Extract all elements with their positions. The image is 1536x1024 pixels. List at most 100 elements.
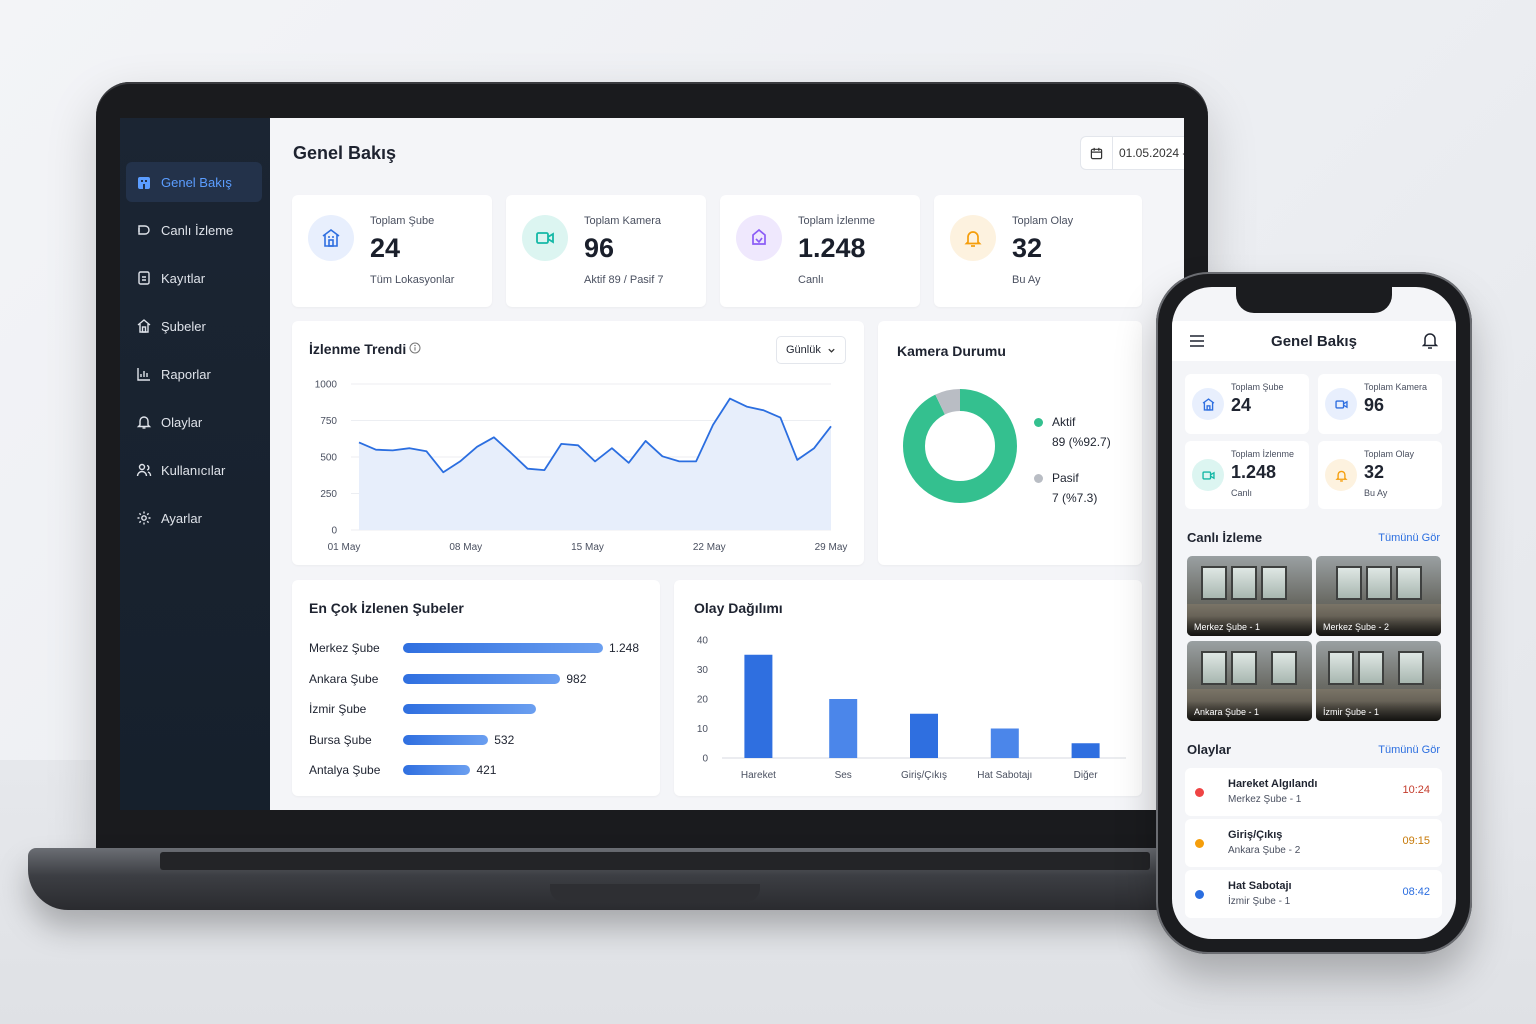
- sidebar-item-canli-izleme[interactable]: Canlı İzleme: [126, 210, 262, 250]
- branch-name: Merkez Şube: [309, 641, 380, 655]
- kpi-value: 32: [1364, 462, 1385, 482]
- sidebar-item-subeler[interactable]: Şubeler: [126, 306, 262, 346]
- camera-thumbnail[interactable]: Merkez Şube - 1: [1187, 556, 1312, 636]
- camera-status-card: Kamera Durumu Aktif 89 (%92.7) Pasif 7 (…: [878, 321, 1142, 565]
- sidebar-item-genel-bakis[interactable]: Genel Bakış: [126, 162, 262, 202]
- legend-swatch: [1034, 417, 1043, 427]
- kpi-value: 24: [370, 233, 401, 263]
- event-source: Ankara Şube - 2: [1228, 845, 1301, 856]
- branch-bar: [403, 734, 489, 745]
- sidebar-item-kullanicilar[interactable]: Kullanıcılar: [126, 450, 262, 490]
- camera-scene-window: [1231, 651, 1257, 685]
- kpi-card-toplam-izlenme: Toplam İzlenme 1.248 Canlı: [720, 195, 920, 307]
- x-tick-label: Diğer: [1074, 770, 1099, 781]
- sidebar: Genel Bakış Canlı İzleme Kayıtlar Şubele…: [120, 118, 270, 810]
- event-item[interactable]: Hat Sabotajı İzmir Şube - 1 08:42: [1185, 870, 1442, 918]
- event-bar: [829, 699, 858, 758]
- live-see-all-link[interactable]: Tümünü Gör: [1378, 532, 1440, 544]
- event-title: Hat Sabotajı: [1228, 880, 1292, 892]
- event-item[interactable]: Hareket Algılandı Merkez Şube - 1 10:24: [1185, 768, 1442, 816]
- camera-caption: İzmir Şube - 1: [1316, 701, 1441, 721]
- camera-thumbnail[interactable]: İzmir Şube - 1: [1316, 641, 1441, 721]
- users-icon: [136, 463, 152, 477]
- kpi-subtext: Bu Ay: [1364, 488, 1388, 498]
- camera-thumbnail[interactable]: Merkez Şube - 2: [1316, 556, 1441, 636]
- chevron-down-icon: [828, 348, 835, 353]
- event-time: 08:42: [1402, 886, 1430, 898]
- kpi-subtext: Bu Ay: [1012, 274, 1041, 286]
- camera-scene-window: [1328, 651, 1354, 685]
- x-tick-label: Ses: [835, 770, 852, 781]
- kpi-card-toplam-olay: Toplam Olay 32 Bu Ay: [934, 195, 1142, 307]
- kpi-label: Toplam Şube: [370, 215, 435, 227]
- kpi-label: Toplam İzlenme: [1231, 449, 1295, 459]
- branch-name: İzmir Şube: [309, 702, 367, 716]
- laptop-hinge-notch: [550, 884, 760, 902]
- camera-icon: [522, 215, 568, 261]
- laptop-keyboard: [160, 852, 1150, 870]
- sidebar-item-label: Ayarlar: [161, 510, 202, 526]
- event-status-dot: [1195, 788, 1204, 797]
- period-select[interactable]: Günlük: [776, 336, 846, 364]
- camera-caption: Merkez Şube - 1: [1187, 616, 1312, 636]
- branch-bar-row: Merkez Şube 1.248: [309, 641, 639, 655]
- sidebar-item-ayarlar[interactable]: Ayarlar: [126, 498, 262, 538]
- camera-scene-window: [1358, 651, 1384, 685]
- bell-icon: [136, 416, 152, 429]
- sidebar-item-kayitlar[interactable]: Kayıtlar: [126, 258, 262, 298]
- event-item[interactable]: Giriş/Çıkış Ankara Şube - 2 09:15: [1185, 819, 1442, 867]
- top-branches-card: En Çok İzlenen Şubeler Merkez Şube 1.248 A…: [292, 580, 660, 796]
- info-icon[interactable]: [409, 342, 421, 354]
- branch-bar: [403, 673, 561, 684]
- event-source: Merkez Şube - 1: [1228, 794, 1302, 805]
- sidebar-item-label: Canlı İzleme: [161, 222, 234, 238]
- event-status-dot: [1195, 890, 1204, 899]
- bell-icon[interactable]: [1422, 332, 1438, 349]
- camera-thumbnail[interactable]: Ankara Şube - 1: [1187, 641, 1312, 721]
- mobile-kpi-toplam-olay: Toplam Olay 32 Bu Ay: [1318, 441, 1442, 509]
- sidebar-item-olaylar[interactable]: Olaylar: [126, 402, 262, 442]
- live-section-title: Canlı İzleme: [1187, 530, 1263, 545]
- branch-bar-row: Ankara Şube 982: [309, 672, 586, 686]
- event-status-dot: [1195, 839, 1204, 848]
- camera-scene-window: [1366, 566, 1392, 600]
- events-see-all-link[interactable]: Tümünü Gör: [1378, 744, 1440, 756]
- file-icon: [138, 271, 150, 285]
- kpi-value: 1.248: [798, 233, 866, 263]
- legend-aktif: Aktif 89 (%92.7): [1034, 415, 1111, 449]
- branch-bar-row: Antalya Şube 421: [309, 763, 496, 777]
- sidebar-item-label: Kullanıcılar: [161, 462, 226, 478]
- kpi-label: Toplam Kamera: [1364, 382, 1428, 392]
- kpi-label: Toplam Şube: [1231, 382, 1284, 392]
- event-distribution-title: Olay Dağılımı: [694, 600, 783, 616]
- branch-value: 982: [566, 671, 587, 686]
- page-title: Genel Bakış: [293, 143, 397, 163]
- trend-chart: 1000 750 500 250 0 01 May 08 May 15 May 22 May 29…: [315, 380, 848, 554]
- kpi-label: Toplam İzlenme: [798, 215, 876, 227]
- y-tick-label: 30: [697, 665, 709, 676]
- event-bar: [1071, 743, 1100, 758]
- camera-scene-window: [1201, 566, 1227, 600]
- date-range-picker[interactable]: 01.05.2024 - 31.05.2024: [1080, 136, 1184, 170]
- chart-icon: [137, 368, 150, 381]
- camera-scene-window: [1396, 566, 1422, 600]
- legend-swatch: [1034, 473, 1043, 483]
- event-bar: [990, 728, 1019, 758]
- kpi-value: 96: [1364, 395, 1385, 415]
- top-branches-title: En Çok İzlenen Şubeler: [309, 600, 464, 616]
- mobile-kpi-toplam-kamera: Toplam Kamera 96: [1318, 374, 1442, 434]
- branch-icon: [137, 319, 151, 333]
- event-distribution-card: Olay Dağılımı 40 30 20 10 0 Hareket Ses Giriş/Ç…: [674, 580, 1142, 796]
- sidebar-item-raporlar[interactable]: Raporlar: [126, 354, 262, 394]
- y-tick-label: 10: [697, 724, 709, 735]
- legend-pasif: Pasif 7 (%7.3): [1034, 471, 1097, 505]
- mobile-kpi-toplam-izlenme: Toplam İzlenme 1.248 Canlı: [1185, 441, 1309, 509]
- kpi-label: Toplam Kamera: [584, 215, 662, 227]
- trend-title: İzlenme Trendi: [309, 341, 407, 357]
- period-select-value: Günlük: [786, 344, 821, 356]
- camera-caption: Merkez Şube - 2: [1316, 616, 1441, 636]
- kpi-card-toplam-kamera: Toplam Kamera 96 Aktif 89 / Pasif 7: [506, 195, 706, 307]
- branch-value: 1.248: [609, 641, 640, 655]
- y-tick-label: 500: [320, 453, 337, 464]
- legend-label: Pasif: [1052, 471, 1079, 485]
